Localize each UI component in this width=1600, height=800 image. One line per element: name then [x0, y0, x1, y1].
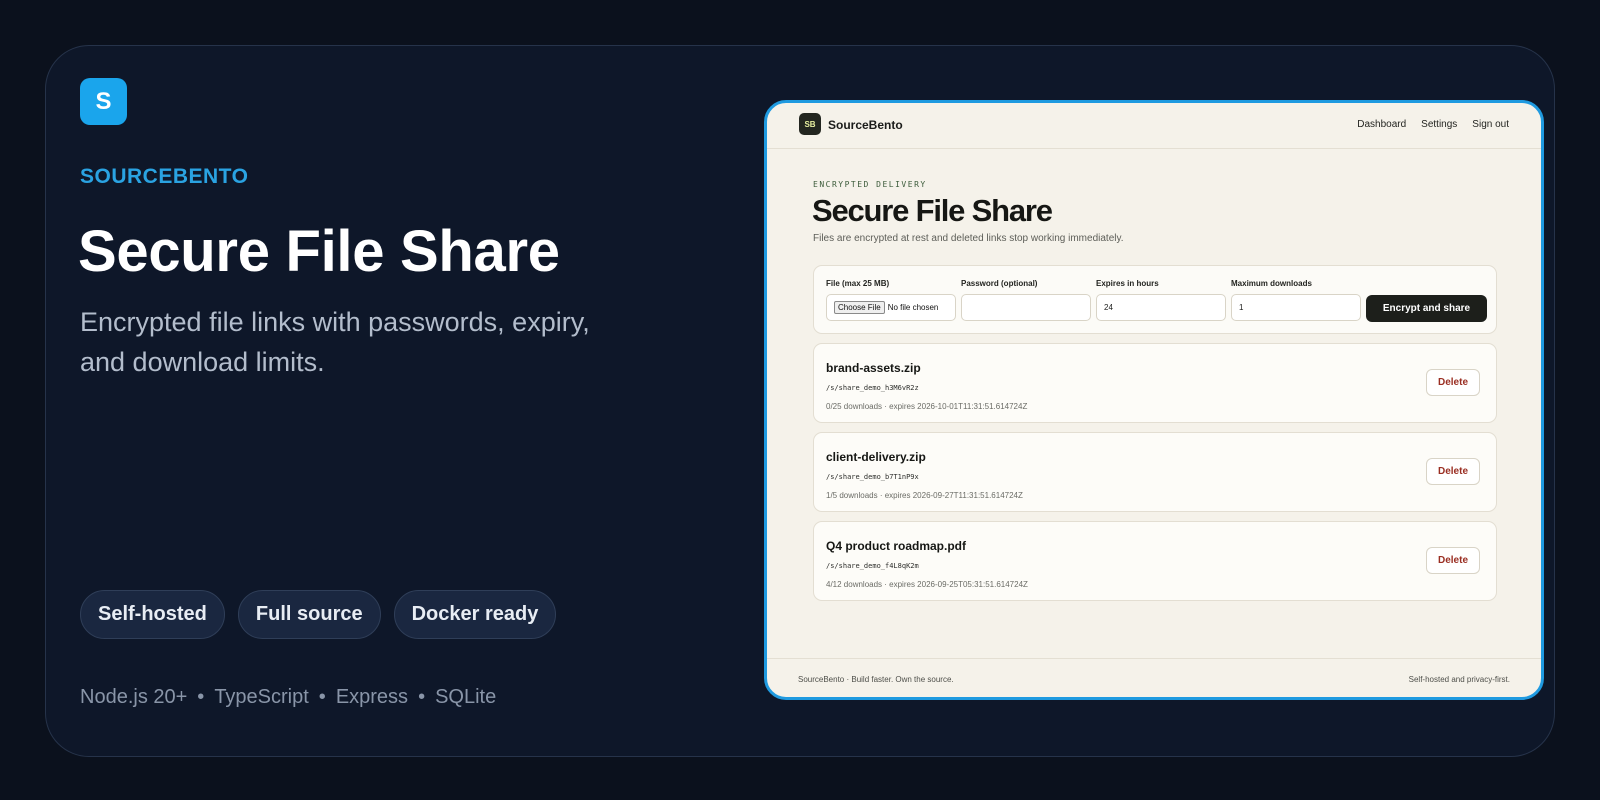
- password-label: Password (optional): [961, 279, 1038, 288]
- pill-docker-ready: Docker ready: [393, 590, 557, 639]
- expires-input[interactable]: 24: [1096, 294, 1226, 321]
- stack-item: SQLite: [435, 686, 497, 708]
- file-label: File (max 25 MB): [826, 279, 890, 288]
- page-title: Secure File Share: [812, 193, 1053, 228]
- hero-title: Secure File Share: [78, 219, 560, 284]
- share-file-name: client-delivery.zip: [826, 450, 926, 464]
- stack-item: TypeScript: [214, 686, 309, 708]
- encrypt-and-share-button[interactable]: Encrypt and share: [1366, 295, 1487, 322]
- delete-button[interactable]: Delete: [1426, 369, 1480, 396]
- share-item: Q4 product roadmap.pdf /s/share_demo_f4L…: [813, 521, 1497, 601]
- brand-name: SOURCEBENTO: [80, 165, 249, 188]
- delete-button[interactable]: Delete: [1426, 458, 1480, 485]
- share-file-name: Q4 product roadmap.pdf: [826, 539, 967, 553]
- stack-separator: •: [197, 686, 205, 708]
- no-file-text: No file chosen: [887, 303, 939, 312]
- app-screenshot: SB SourceBento Dashboard Settings Sign o…: [764, 100, 1544, 700]
- share-meta: 0/25 downloads · expires 2026-10-01T11:3…: [826, 402, 1028, 411]
- app-header: SB SourceBento Dashboard Settings Sign o…: [767, 103, 1541, 149]
- file-input[interactable]: Choose File No file chosen: [826, 294, 956, 321]
- tech-stack: Node.js 20+ • TypeScript • Express • SQL…: [80, 686, 496, 709]
- pill-self-hosted: Self-hosted: [80, 590, 225, 639]
- footer-note: Self-hosted and privacy-first.: [1408, 675, 1510, 684]
- nav-settings[interactable]: Settings: [1421, 119, 1457, 130]
- stack-item: Express: [335, 686, 409, 708]
- share-item: brand-assets.zip /s/share_demo_h3M6vR2z …: [813, 343, 1497, 423]
- choose-file-button[interactable]: Choose File: [834, 301, 885, 314]
- expires-label: Expires in hours: [1096, 279, 1159, 288]
- pill-full-source: Full source: [237, 590, 381, 639]
- stack-separator: •: [418, 686, 426, 708]
- footer-tagline: SourceBento · Build faster. Own the sour…: [798, 675, 954, 684]
- app-name[interactable]: SourceBento: [828, 118, 903, 132]
- share-meta: 4/12 downloads · expires 2026-09-25T05:3…: [826, 580, 1028, 589]
- feature-pills: Self-hosted Full source Docker ready: [80, 590, 557, 639]
- password-field: Password (optional): [961, 279, 1091, 321]
- hero-subtitle: Encrypted file links with passwords, exp…: [80, 307, 590, 377]
- upload-form: File (max 25 MB) Choose File No file cho…: [813, 265, 1497, 334]
- eyebrow-label: ENCRYPTED DELIVERY: [813, 180, 927, 189]
- stack-item: Node.js 20+: [80, 686, 188, 708]
- logo-badge: S: [80, 78, 127, 125]
- page-subtitle: Files are encrypted at rest and deleted …: [813, 233, 1124, 244]
- share-file-name: brand-assets.zip: [826, 361, 921, 375]
- delete-button[interactable]: Delete: [1426, 547, 1480, 574]
- app-logo[interactable]: SB: [799, 113, 821, 135]
- share-link[interactable]: /s/share_demo_f4L8qK2m: [826, 562, 919, 570]
- expires-field: Expires in hours 24: [1096, 279, 1226, 321]
- share-item: client-delivery.zip /s/share_demo_b7T1nP…: [813, 432, 1497, 512]
- max-downloads-input[interactable]: 1: [1231, 294, 1361, 321]
- stack-separator: •: [318, 686, 326, 708]
- file-field: File (max 25 MB) Choose File No file cho…: [826, 279, 956, 321]
- share-link[interactable]: /s/share_demo_h3M6vR2z: [826, 384, 919, 392]
- nav-sign-out[interactable]: Sign out: [1472, 119, 1509, 130]
- share-meta: 1/5 downloads · expires 2026-09-27T11:31…: [826, 491, 1023, 500]
- password-input[interactable]: [961, 294, 1091, 321]
- nav: Dashboard Settings Sign out: [1357, 119, 1509, 130]
- max-downloads-label: Maximum downloads: [1231, 279, 1312, 288]
- share-link[interactable]: /s/share_demo_b7T1nP9x: [826, 473, 919, 481]
- max-downloads-field: Maximum downloads 1: [1231, 279, 1361, 321]
- nav-dashboard[interactable]: Dashboard: [1357, 119, 1406, 130]
- app-footer: SourceBento · Build faster. Own the sour…: [767, 658, 1541, 697]
